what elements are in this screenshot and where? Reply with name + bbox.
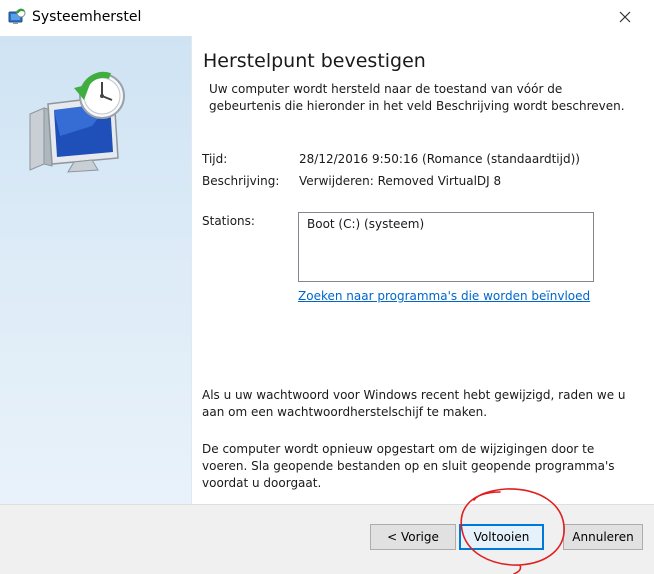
intro-text: Uw computer wordt hersteld naar de toest… — [209, 82, 625, 113]
close-button[interactable] — [602, 2, 648, 32]
content-area: Herstelpunt bevestigen Uw computer wordt… — [192, 36, 654, 504]
description-label: Beschrijving: — [202, 174, 280, 188]
password-notice: Als u uw wachtwoord voor Windows recent … — [202, 388, 626, 419]
back-button[interactable]: < Vorige — [370, 524, 456, 550]
description-value: Verwijderen: Removed VirtualDJ 8 — [299, 174, 502, 188]
window-title: Systeemherstel — [32, 9, 142, 25]
scan-affected-programs-link[interactable]: Zoeken naar programma's die worden beïnv… — [298, 289, 590, 303]
time-label: Tijd: — [202, 152, 228, 166]
finish-button[interactable]: Voltooien — [459, 524, 544, 550]
stations-list-item: Boot (C:) (systeem) — [307, 217, 425, 231]
side-banner — [0, 36, 192, 504]
title-bar: Systeemherstel — [0, 0, 654, 36]
system-restore-dialog: Systeemherstel Herstelpunt bevestigen Uw… — [0, 0, 654, 574]
system-restore-icon — [8, 8, 26, 26]
page-title: Herstelpunt bevestigen — [203, 50, 426, 72]
time-value: 28/12/2016 9:50:16 (Romance (standaardti… — [299, 152, 580, 166]
stations-list[interactable]: Boot (C:) (systeem) — [298, 212, 594, 282]
button-bar: < Vorige Voltooien Annuleren — [0, 504, 654, 574]
monitor-restore-clock-icon — [22, 66, 132, 176]
cancel-button[interactable]: Annuleren — [563, 524, 643, 550]
close-icon — [619, 8, 631, 27]
stations-label: Stations: — [202, 214, 255, 228]
restart-notice: De computer wordt opnieuw opgestart om d… — [202, 442, 615, 490]
